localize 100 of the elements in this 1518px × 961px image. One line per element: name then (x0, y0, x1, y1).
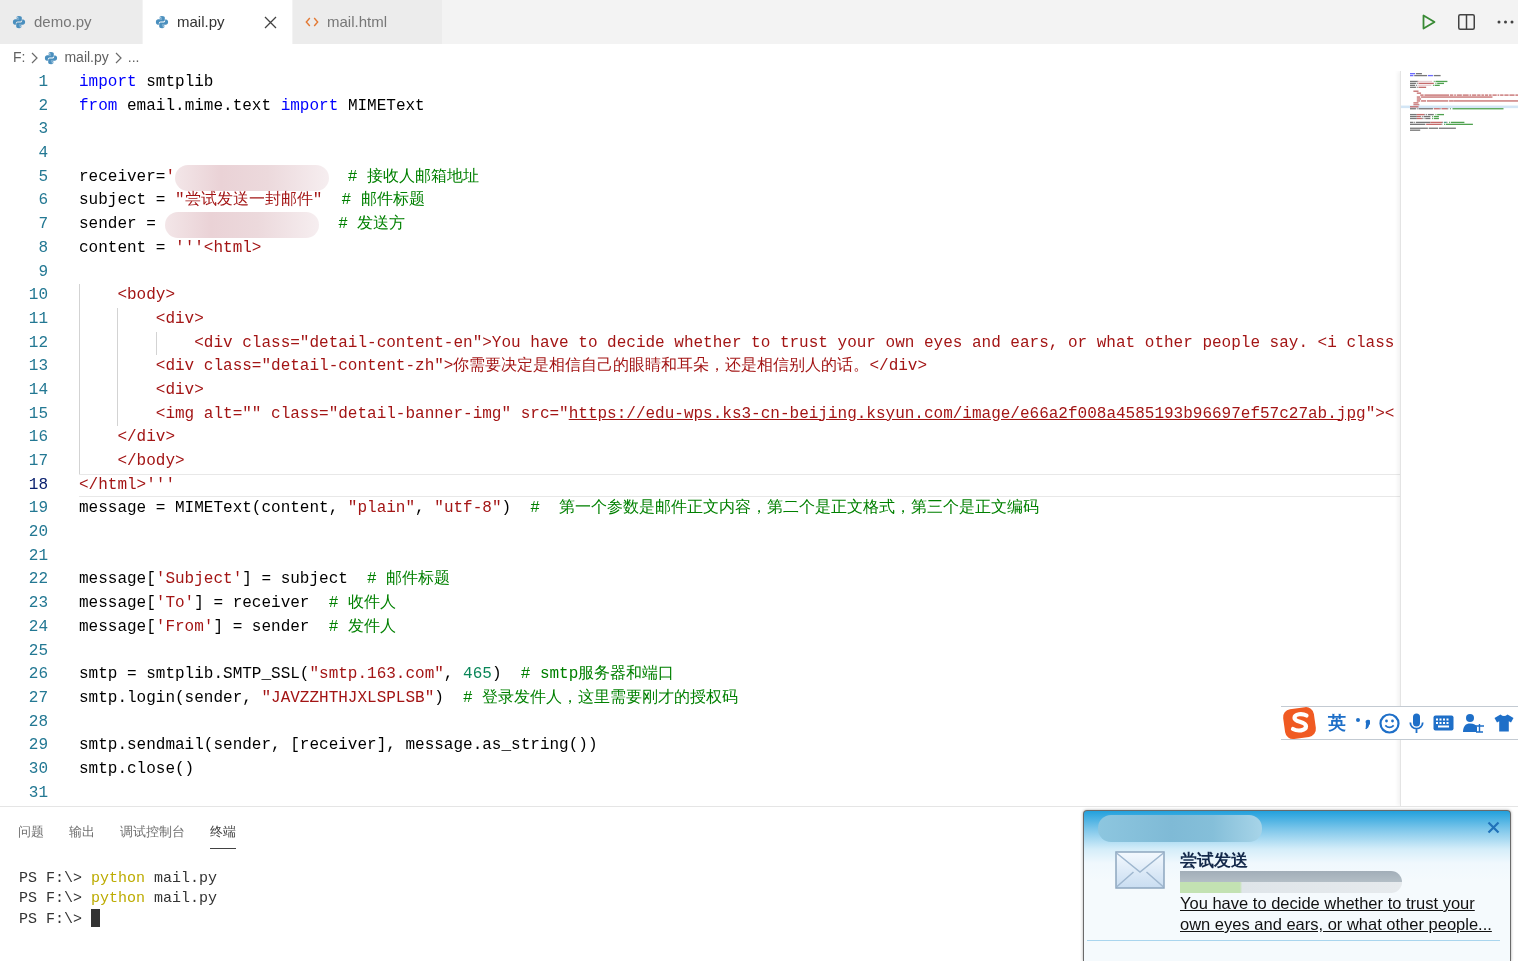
code-text: message[ (79, 594, 156, 613)
code-text: ) (491, 665, 502, 684)
code-text: ] = sender (213, 617, 310, 636)
more-icon[interactable] (1497, 20, 1514, 24)
code-text: smtplib (146, 73, 214, 91)
string-literal: "JAVZZHTHJXLSPLSB" (261, 688, 435, 707)
panel-tab[interactable]: 调试控制台 (120, 819, 185, 849)
code-text: content = (79, 238, 166, 257)
string-literal: '''<html> (175, 238, 262, 257)
language-mode-button[interactable]: 英 (1328, 714, 1346, 732)
code-comment: # 登录发件人，这里需要刚才的授权码 (463, 688, 739, 707)
code-comment: # 邮件标题 (341, 191, 425, 210)
terminal-prompt: PS F:\> (19, 889, 82, 907)
split-editor-icon[interactable] (1458, 14, 1475, 30)
line-number: 1 (37, 72, 48, 93)
line-number: 28 (27, 711, 48, 733)
string-literal: "utf-8" (434, 499, 502, 518)
code-comment: # 收件人 (328, 594, 396, 613)
line-number: 24 (27, 616, 48, 638)
line-number: 11 (27, 308, 48, 330)
string-literal: <div> (155, 380, 204, 399)
line-number: 7 (37, 214, 48, 236)
string-literal: <div class="detail-content-en">You have to decide whether to trust your own eyes and ears, or what other people say. <i class (194, 333, 1395, 352)
chevron-icon (31, 51, 39, 64)
smiley-icon[interactable] (1379, 712, 1400, 734)
breadcrumb-item[interactable]: F: (13, 47, 26, 68)
python-file-icon (155, 15, 169, 29)
code-comment: # 发件人 (328, 617, 396, 636)
code-text: MIMEText (347, 96, 425, 115)
close-icon[interactable] (264, 15, 277, 29)
breadcrumb-item[interactable]: mail.py (64, 47, 109, 68)
message-link[interactable]: You have to decide whether to trust your own eyes and ears, or what other people... (1180, 893, 1496, 935)
python-file-icon (12, 15, 26, 29)
code-text: smtp.login(sender, (79, 688, 252, 707)
line-number: 22 (27, 569, 48, 591)
shirt-icon[interactable] (1494, 714, 1514, 732)
code-text: smtp.sendmail(sender, [receiver], message.as_string()) (79, 736, 598, 755)
code-text: ] = receiver (194, 594, 310, 613)
code-text: ) (501, 499, 512, 518)
terminal-prompt: PS F:\> (19, 910, 82, 928)
line-number: 5 (37, 166, 48, 188)
notification-title: 尝试发送 (1180, 851, 1249, 871)
panel-tab[interactable]: 输出 (69, 819, 95, 849)
logo-icon[interactable] (1281, 704, 1319, 742)
editor-tab[interactable]: mail.py (143, 0, 293, 44)
code-text: sender = (79, 215, 156, 234)
code-text: smtp = smtplib.SMTP_SSL( (79, 665, 310, 684)
line-number: 21 (27, 545, 48, 567)
string-literal: "smtp.163.com" (309, 665, 444, 684)
string-literal: </div> (117, 428, 175, 447)
code-text: smtp.close() (79, 759, 195, 778)
line-number: 12 (27, 332, 48, 354)
string-literal: <div> (155, 309, 204, 328)
chevron-icon (114, 51, 122, 64)
run-icon[interactable] (1422, 14, 1436, 30)
code-brackets-icon (305, 16, 319, 28)
panel-tab[interactable]: 问题 (18, 819, 44, 849)
url-link[interactable]: https://edu-wps.ks3-cn-beijing.ksyun.com/image/e66a2f008a4585193b96697ef57c27ab.jpg (568, 404, 1366, 423)
line-number: 2 (37, 95, 48, 117)
keyboard-icon[interactable] (1433, 715, 1454, 731)
line-number: 31 (27, 782, 48, 804)
line-number: 19 (27, 498, 48, 520)
editor-tab[interactable]: demo.py (0, 0, 143, 44)
envelope-icon (1115, 851, 1165, 889)
person-icon[interactable] (1463, 713, 1485, 733)
string-literal: "尝试发送一封邮件" (175, 191, 323, 210)
line-number: 18 (27, 474, 48, 496)
code-text: receiver= (79, 167, 166, 186)
terminal-prompt: PS F:\> (19, 869, 82, 887)
line-number: 29 (27, 735, 48, 757)
panel-tab[interactable]: 终端 (210, 819, 236, 849)
code-text: message[ (79, 617, 156, 636)
line-number: 17 (27, 451, 48, 472)
microphone-icon[interactable] (1409, 712, 1424, 734)
string-literal: </body> (117, 452, 185, 470)
code-text: email.mime.text (127, 96, 272, 115)
line-number: 16 (27, 427, 48, 449)
code-comment: # 邮件标题 (367, 570, 451, 589)
breadcrumb-item[interactable]: ... (127, 47, 140, 68)
string-literal: <body> (117, 286, 175, 305)
code-text: message = MIMEText(content, (79, 499, 339, 518)
minimap-drawing[interactable] (1401, 72, 1518, 134)
string-literal: ' (165, 167, 176, 186)
keyword: import (79, 73, 137, 91)
indent-guide (155, 331, 157, 356)
line-number: 4 (37, 143, 48, 165)
line-number: 26 (27, 664, 48, 686)
keyword: from (79, 96, 118, 115)
terminal-command: python (91, 869, 146, 887)
punctuation-icon[interactable] (1355, 716, 1370, 730)
line-number: 15 (27, 403, 48, 425)
code-text: subject = (79, 191, 166, 210)
line-number: 13 (27, 356, 48, 378)
editor-tab[interactable]: mail.html (293, 0, 443, 44)
line-number: 14 (27, 379, 48, 401)
line-number: 25 (27, 640, 48, 662)
terminal-text: mail.py (154, 869, 218, 887)
line-number: 9 (37, 261, 48, 283)
cursor-block-icon (91, 908, 100, 927)
line-number: 10 (27, 285, 48, 307)
